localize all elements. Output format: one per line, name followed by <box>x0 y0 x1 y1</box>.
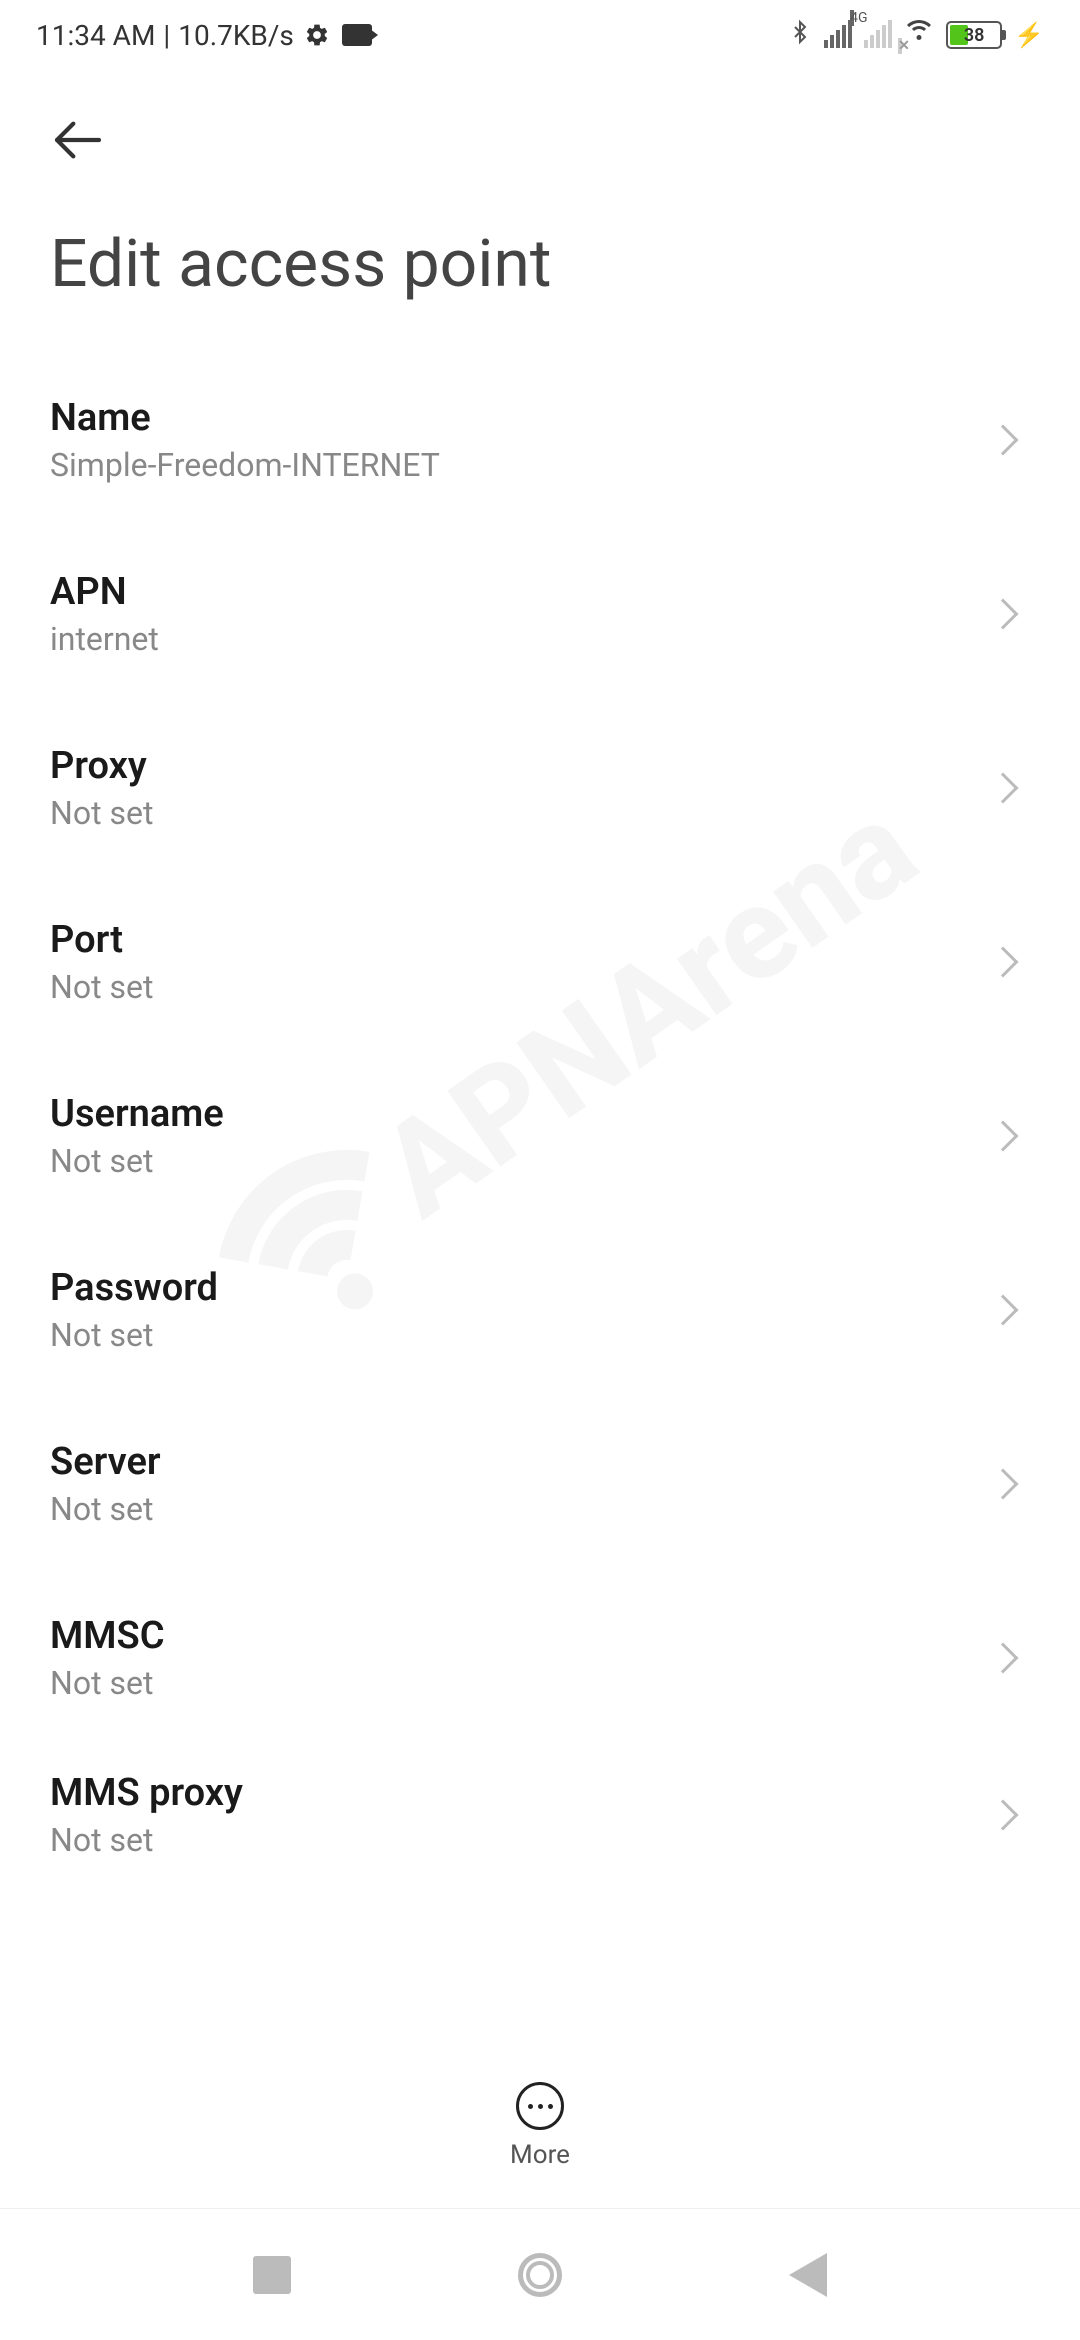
row-name-value: Simple-Freedom-INTERNET <box>50 446 440 484</box>
chevron-right-icon <box>987 946 1018 977</box>
row-name-label: Name <box>50 396 440 440</box>
bluetooth-icon <box>788 17 812 54</box>
back-button[interactable] <box>50 110 110 170</box>
chevron-right-icon <box>987 1468 1018 1499</box>
nav-home-button[interactable] <box>518 2253 562 2297</box>
row-name[interactable]: Name Simple-Freedom-INTERNET <box>50 353 1030 527</box>
row-mms-proxy-label: MMS proxy <box>50 1771 243 1815</box>
row-server[interactable]: Server Not set <box>50 1397 1030 1571</box>
status-sep: | <box>163 19 170 52</box>
android-nav-bar <box>0 2208 1080 2340</box>
signal-sim2-icon: ✕ <box>864 22 892 48</box>
chevron-right-icon <box>987 772 1018 803</box>
chevron-right-icon <box>987 1294 1018 1325</box>
nav-recents-button[interactable] <box>253 2256 291 2294</box>
row-username-label: Username <box>50 1092 224 1136</box>
chevron-right-icon <box>987 424 1018 455</box>
row-password[interactable]: Password Not set <box>50 1223 1030 1397</box>
gear-icon <box>304 22 330 48</box>
page-title: Edit access point <box>50 226 1030 303</box>
row-port-label: Port <box>50 918 153 962</box>
status-left-cluster: 11:34 AM | 10.7KB/s <box>36 19 372 52</box>
battery-percent-label: 38 <box>948 25 1000 46</box>
row-proxy-value: Not set <box>50 794 153 832</box>
row-mms-proxy[interactable]: MMS proxy Not set <box>50 1745 1030 1885</box>
battery-icon: 38 <box>946 21 1002 49</box>
row-proxy-label: Proxy <box>50 744 153 788</box>
row-apn-value: internet <box>50 620 159 658</box>
status-bar: 11:34 AM | 10.7KB/s 4G ✕ 38 ⚡ <box>0 0 1080 70</box>
row-port[interactable]: Port Not set <box>50 875 1030 1049</box>
settings-list: Name Simple-Freedom-INTERNET APN interne… <box>0 323 1080 1885</box>
row-mms-proxy-value: Not set <box>50 1821 243 1859</box>
wifi-icon <box>904 20 934 50</box>
chevron-right-icon <box>987 1642 1018 1673</box>
chevron-right-icon <box>987 1120 1018 1151</box>
status-right-cluster: 4G ✕ 38 ⚡ <box>788 17 1044 54</box>
row-mmsc[interactable]: MMSC Not set <box>50 1571 1030 1745</box>
row-mmsc-label: MMSC <box>50 1614 165 1658</box>
row-apn[interactable]: APN internet <box>50 527 1030 701</box>
row-port-value: Not set <box>50 968 153 1006</box>
row-mmsc-value: Not set <box>50 1664 165 1702</box>
row-server-label: Server <box>50 1440 161 1484</box>
status-time: 11:34 AM <box>36 19 155 52</box>
status-kbs: 10.7KB/s <box>178 19 294 52</box>
row-apn-label: APN <box>50 570 159 614</box>
row-proxy[interactable]: Proxy Not set <box>50 701 1030 875</box>
nav-back-button[interactable] <box>789 2253 827 2297</box>
arrow-left-icon <box>50 112 106 168</box>
row-password-value: Not set <box>50 1316 218 1354</box>
row-username[interactable]: Username Not set <box>50 1049 1030 1223</box>
row-server-value: Not set <box>50 1490 161 1528</box>
camera-icon <box>342 24 372 46</box>
signal-sim1-icon: 4G <box>824 22 852 48</box>
row-username-value: Not set <box>50 1142 224 1180</box>
header: Edit access point <box>0 70 1080 323</box>
chevron-right-icon <box>987 598 1018 629</box>
chevron-right-icon <box>987 1799 1018 1830</box>
charging-icon: ⚡ <box>1014 21 1044 49</box>
more-dots-icon <box>516 2082 564 2130</box>
more-button-label: More <box>510 2140 570 2170</box>
signal-4g-label: 4G <box>850 10 854 26</box>
row-password-label: Password <box>50 1266 218 1310</box>
more-button[interactable]: More <box>0 2082 1080 2170</box>
